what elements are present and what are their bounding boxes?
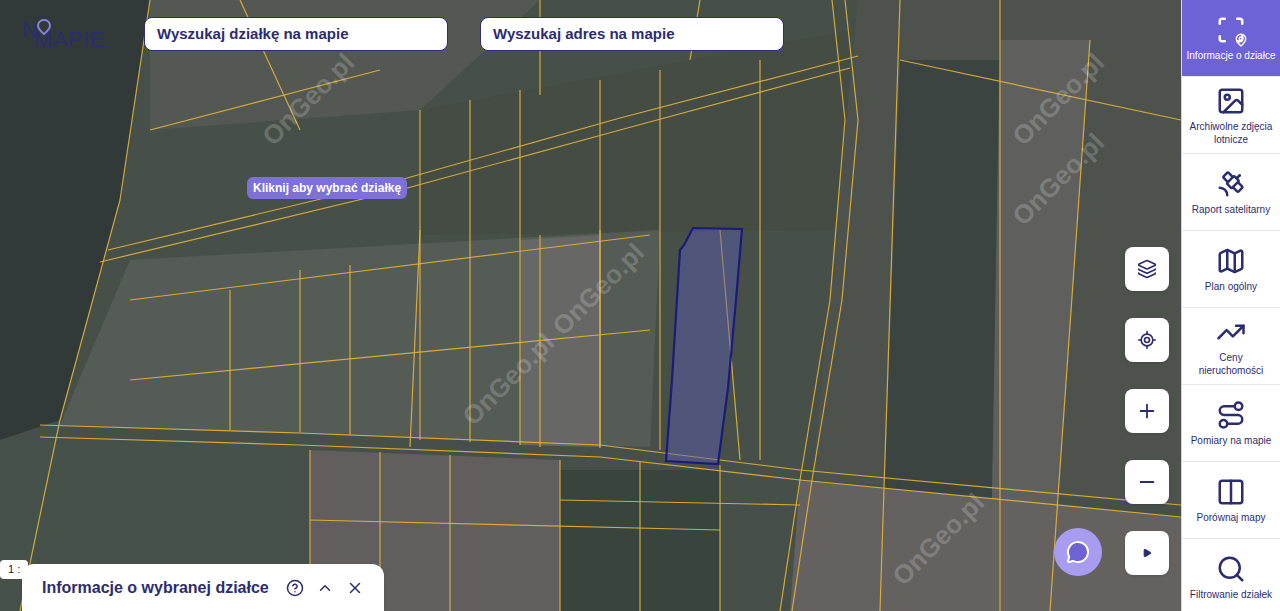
sidebar-icon [1216, 400, 1246, 430]
top-bar: NMAPIE Wyszukaj działkę na mapie Wyszukaj … [22, 17, 784, 51]
close-icon[interactable] [346, 579, 364, 597]
zoom-in-button[interactable] [1125, 389, 1169, 433]
chat-button[interactable] [1054, 528, 1102, 576]
hint-tooltip: Kliknij aby wybrać działkę [247, 177, 407, 199]
sidebar-item[interactable]: Raport satelitarny [1182, 154, 1280, 231]
expand-button[interactable] [1125, 531, 1169, 575]
sidebar-item-label: Informacje o działce [1187, 50, 1276, 63]
sidebar-item[interactable]: Filtrowanie działek [1182, 539, 1280, 611]
watermark: OnGeo.pl [1003, 44, 1113, 154]
logo-first: N [22, 19, 38, 41]
watermark: OnGeo.pl [883, 484, 993, 594]
satellite-map [0, 0, 1181, 611]
locate-icon [1137, 330, 1157, 350]
sidebar-item[interactable]: Informacje o działce [1182, 0, 1280, 77]
watermark: OnGeo.pl [453, 324, 563, 434]
search-field[interactable]: Wyszukaj działkę na mapie [144, 17, 448, 51]
app: OnGeo.plOnGeo.plOnGeo.plOnGeo.plOnGeo.pl… [0, 0, 1280, 611]
sidebar-item-icon [1214, 84, 1248, 118]
sidebar-item-icon [1214, 475, 1248, 509]
sidebar-icon [1216, 246, 1246, 276]
logo[interactable]: NMAPIE [22, 17, 112, 51]
logo-pin-icon [37, 19, 51, 35]
search-field[interactable]: Wyszukaj adres na mapie [480, 17, 784, 51]
sidebar-item[interactable]: Archiwolne zdjęcia lotnicze [1182, 77, 1280, 154]
sidebar-item[interactable]: Plan ogólny [1182, 231, 1280, 308]
selected-parcel[interactable] [666, 228, 742, 464]
help-icon[interactable] [286, 579, 304, 597]
sidebar-item[interactable]: Pomiary na mapie [1182, 385, 1280, 462]
pin-icon [1234, 33, 1248, 47]
map-canvas[interactable]: OnGeo.plOnGeo.plOnGeo.plOnGeo.plOnGeo.pl… [0, 0, 1181, 611]
sidebar-item-icon [1214, 13, 1248, 47]
sidebar-item-label: Ceny nieruchomości [1186, 352, 1276, 377]
sidebar-icon [1216, 477, 1246, 507]
sidebar-icon [1216, 554, 1246, 584]
watermark: OnGeo.pl [253, 44, 363, 154]
layers-icon [1137, 259, 1157, 279]
sidebar-item-icon [1214, 552, 1248, 586]
watermark: OnGeo.pl [543, 234, 653, 344]
sidebar-item-icon [1214, 315, 1248, 349]
info-panel-title: Informacje o wybranej działce [42, 576, 269, 600]
sidebar-item-label: Raport satelitarny [1192, 204, 1270, 217]
sidebar-icon [1216, 169, 1246, 199]
map-controls [1125, 247, 1169, 575]
sidebar-item-icon [1214, 167, 1248, 201]
plus-icon [1136, 400, 1158, 422]
info-panel: Informacje o wybranej działce [22, 564, 384, 611]
sidebar-item-icon [1214, 244, 1248, 278]
sidebar-item-icon [1214, 398, 1248, 432]
sidebar-item-label: Archiwolne zdjęcia lotnicze [1186, 121, 1276, 146]
play-icon [1142, 548, 1152, 558]
sidebar-icon [1216, 317, 1246, 347]
layers-button[interactable] [1125, 247, 1169, 291]
watermark: OnGeo.pl [1003, 124, 1113, 234]
zoom-out-button[interactable] [1125, 460, 1169, 504]
sidebar-icon [1216, 86, 1246, 116]
sidebar-item-label: Pomiary na mapie [1191, 435, 1272, 448]
sidebar-item[interactable]: Porównaj mapy [1182, 462, 1280, 539]
chat-icon [1066, 540, 1090, 564]
sidebar: Informacje o działce Archiwolne zdjęcia l… [1181, 0, 1280, 611]
collapse-icon[interactable] [316, 579, 334, 597]
sidebar-item-label: Plan ogólny [1205, 281, 1257, 294]
info-panel-actions [286, 579, 364, 597]
sidebar-item[interactable]: Ceny nieruchomości [1182, 308, 1280, 385]
sidebar-item-label: Filtrowanie działek [1190, 589, 1272, 602]
minus-icon [1136, 471, 1158, 493]
locate-button[interactable] [1125, 318, 1169, 362]
sidebar-item-label: Porównaj mapy [1197, 512, 1266, 525]
